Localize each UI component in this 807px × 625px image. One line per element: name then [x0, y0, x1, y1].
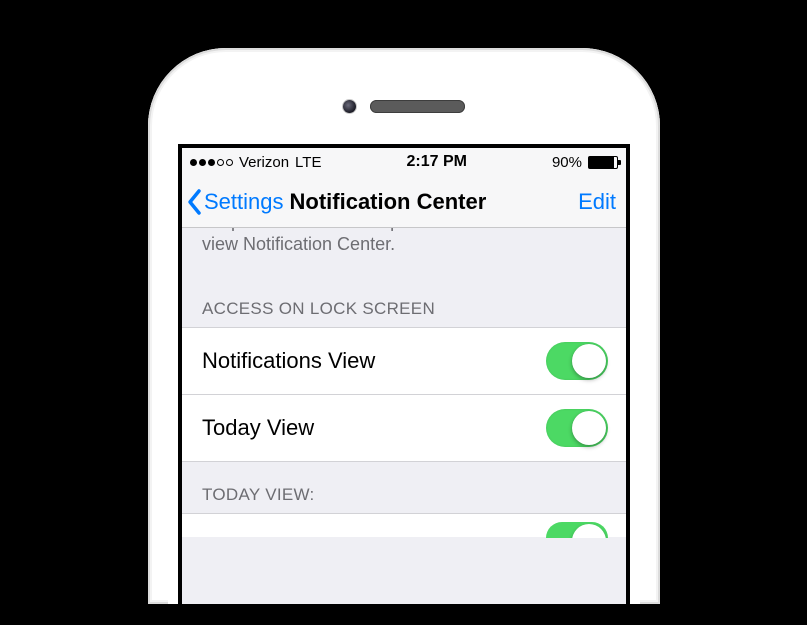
carrier-label: Verizon: [239, 154, 289, 171]
battery-level-fill: [589, 157, 614, 168]
status-bar: Verizon LTE 2:17 PM 90%: [182, 148, 626, 176]
toggle-today-view[interactable]: [546, 409, 608, 447]
status-bar-right: 90%: [552, 154, 618, 171]
iphone-device-frame: Verizon LTE 2:17 PM 90% Settings: [148, 48, 660, 604]
battery-percent-label: 90%: [552, 154, 582, 171]
toggle-knob: [572, 411, 606, 445]
row-today-view: Today View: [182, 394, 626, 462]
edit-button[interactable]: Edit: [578, 189, 616, 215]
back-label: Settings: [204, 189, 284, 215]
section-header-today-view: TODAY VIEW:: [182, 461, 626, 513]
section-header-access-lock-screen: ACCESS ON LOCK SCREEN: [182, 275, 626, 327]
sensor-row: [168, 96, 640, 116]
network-label: LTE: [295, 154, 321, 171]
toggle-partial[interactable]: [546, 522, 608, 538]
status-bar-left: Verizon LTE: [190, 154, 321, 171]
chevron-left-icon: [186, 188, 204, 216]
page-title: Notification Center: [290, 189, 579, 215]
toggle-notifications-view[interactable]: [546, 342, 608, 380]
front-camera-icon: [343, 100, 356, 113]
back-button[interactable]: Settings: [186, 188, 284, 216]
toggle-knob: [572, 524, 606, 538]
navigation-bar: Settings Notification Center Edit: [182, 176, 626, 228]
settings-content[interactable]: Swipe down from the top of the screen to…: [182, 228, 626, 604]
signal-strength-icon: [190, 159, 233, 166]
battery-icon: [588, 156, 618, 169]
screen: Verizon LTE 2:17 PM 90% Settings: [178, 144, 630, 604]
earpiece-speaker-icon: [370, 100, 465, 113]
row-label: Today View: [202, 415, 314, 441]
row-label: Notifications View: [202, 348, 375, 374]
row-partial: [182, 513, 626, 537]
phone-bezel: Verizon LTE 2:17 PM 90% Settings: [168, 68, 640, 604]
help-text: Swipe down from the top of the screen to…: [182, 228, 626, 275]
clock-label: 2:17 PM: [406, 153, 466, 171]
row-notifications-view: Notifications View: [182, 327, 626, 395]
toggle-knob: [572, 344, 606, 378]
